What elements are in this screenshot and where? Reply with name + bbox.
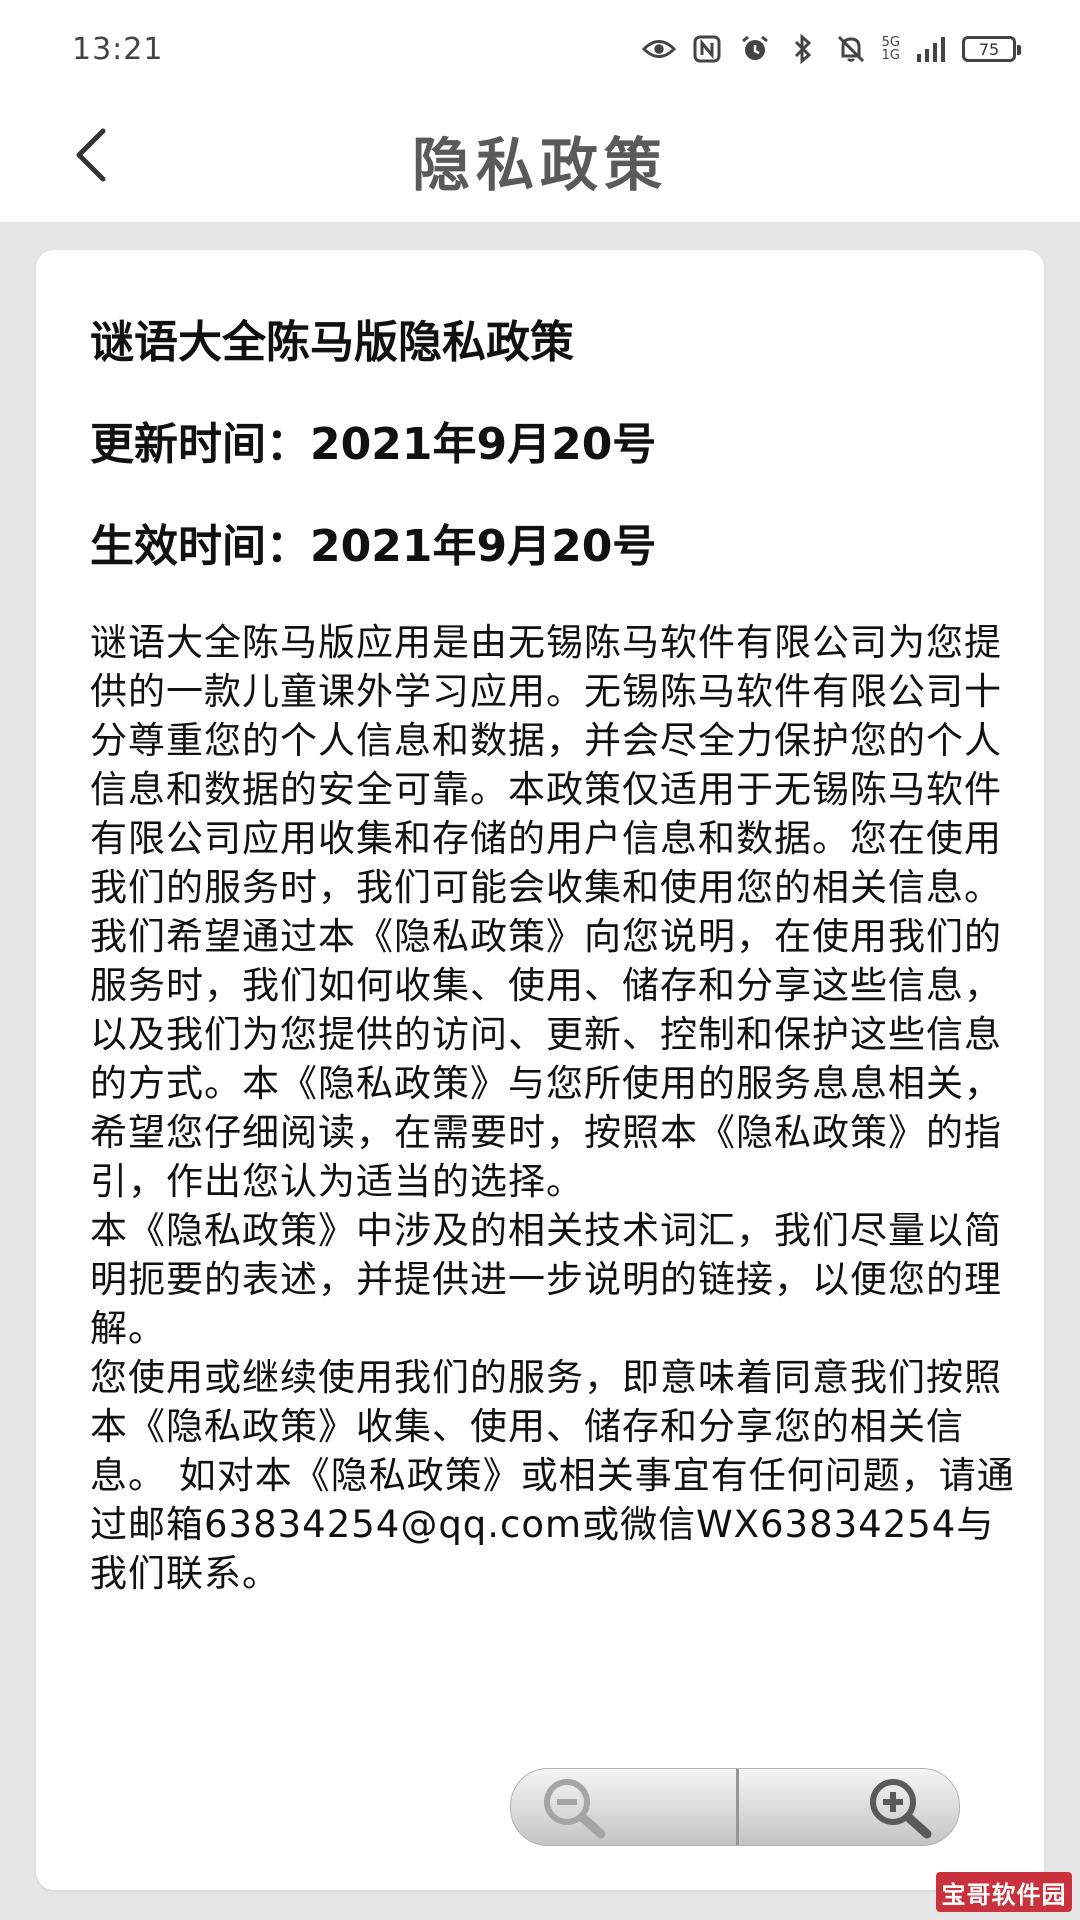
page-title: 隐私政策 (411, 131, 668, 199)
policy-card[interactable]: 谜语大全陈马版隐私政策 更新时间：2021年9月20号 生效时间：2021年9月… (36, 250, 1044, 1890)
policy-paragraph: 您使用或继续使用我们的服务，即意味着同意我们按照本《隐私政策》收集、使用、储存和… (90, 1356, 1015, 1595)
zoom-out-button[interactable] (511, 1769, 739, 1845)
zoom-out-icon (544, 1779, 606, 1839)
status-bar: 13:21 5G 1G 75 (0, 0, 1080, 100)
watermark-logo: 宝哥软件园 (936, 1872, 1072, 1912)
status-icons: 5G 1G 75 (641, 34, 1021, 64)
signal-bars-icon (914, 34, 948, 64)
signal-sub-label: 1G (881, 48, 900, 63)
zoom-controls (510, 1768, 960, 1846)
effective-date: 生效时间：2021年9月20号 (90, 521, 657, 572)
signal-icon: 5G 1G (882, 36, 900, 62)
policy-title: 谜语大全陈马版隐私政策 (90, 317, 574, 368)
app-header: 隐私政策 (0, 100, 1080, 222)
zoom-in-button[interactable] (739, 1769, 960, 1845)
status-time: 13:21 (72, 32, 164, 67)
policy-document: 谜语大全陈马版隐私政策 更新时间：2021年9月20号 生效时间：2021年9月… (90, 316, 1020, 1598)
battery-icon: 75 (962, 36, 1021, 62)
policy-paragraph: 谜语大全陈马版应用是由无锡陈马软件有限公司为您提供的一款儿童课外学习应用。无锡陈… (90, 621, 1002, 909)
nfc-icon (690, 34, 724, 64)
policy-paragraph: 本《隐私政策》中涉及的相关技术词汇，我们尽量以简明扼要的表述，并提供进一步说明的… (90, 1209, 1002, 1350)
alarm-icon (738, 34, 772, 64)
zoom-in-icon (870, 1779, 932, 1839)
policy-paragraph: 我们希望通过本《隐私政策》向您说明，在使用我们的服务时，我们如何收集、使用、储存… (90, 915, 1002, 1203)
eye-icon (641, 34, 676, 64)
battery-level: 75 (978, 39, 1000, 59)
update-date: 更新时间：2021年9月20号 (90, 419, 657, 470)
bluetooth-icon (786, 34, 820, 64)
mute-icon (834, 34, 868, 64)
